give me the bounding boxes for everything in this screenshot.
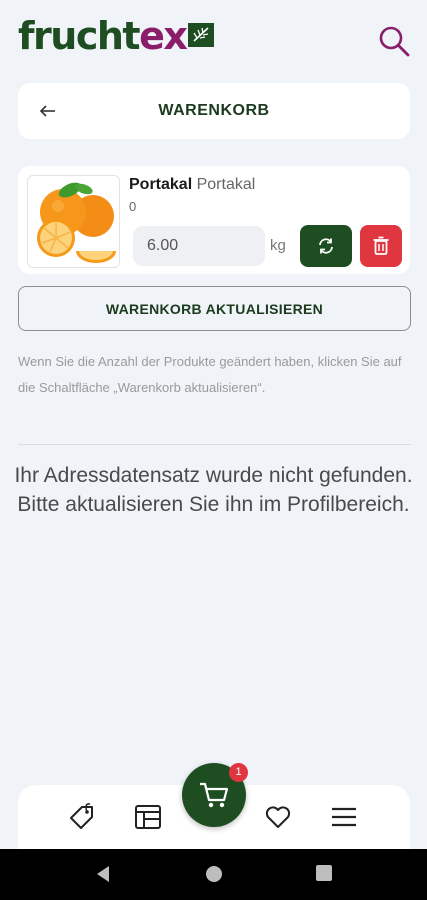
divider [18, 444, 411, 445]
refresh-icon [319, 238, 333, 254]
back-triangle-icon[interactable] [95, 865, 111, 888]
orange-fruit-image [27, 175, 120, 268]
tag-icon[interactable] [66, 801, 98, 833]
refresh-button[interactable] [300, 225, 352, 267]
update-hint-text: Wenn Sie die Anzahl der Produkte geänder… [18, 354, 402, 395]
product-variant: Portakal [196, 176, 256, 193]
heart-icon[interactable] [262, 801, 294, 833]
layout-icon[interactable] [132, 801, 164, 833]
cart-icon [200, 782, 229, 808]
app-header: fruchtex [0, 0, 427, 80]
brand-logo[interactable]: fruchtex [18, 14, 215, 58]
logo-text-part1: frucht [18, 14, 141, 58]
quantity-unit: kg [270, 237, 286, 254]
address-missing-message: Ihr Adressdatensatz wurde nicht gefunden… [14, 464, 413, 516]
delete-button[interactable] [360, 225, 402, 267]
page-title-bar: WARENKORB [18, 83, 410, 139]
arrow-left-icon[interactable] [36, 99, 60, 123]
home-circle-icon[interactable] [205, 865, 223, 888]
recents-square-icon[interactable] [316, 865, 332, 886]
system-nav-bar [0, 849, 427, 900]
search-icon[interactable] [377, 24, 411, 58]
page-title: WARENKORB [158, 102, 270, 119]
quantity-input[interactable] [133, 226, 265, 266]
trash-icon [373, 236, 389, 255]
logo-leaf-icon [188, 23, 215, 47]
update-cart-button[interactable]: WARENKORB AKTUALISIEREN [18, 286, 411, 331]
cart-item: Portakal Portakal 0 kg [18, 166, 410, 274]
product-title: Portakal [129, 176, 193, 193]
logo-text-part2: ex [139, 14, 188, 58]
menu-icon[interactable] [328, 801, 360, 833]
cart-count-badge: 1 [229, 763, 248, 782]
product-subtext: 0 [129, 199, 137, 214]
product-name: Portakal Portakal [129, 176, 255, 194]
